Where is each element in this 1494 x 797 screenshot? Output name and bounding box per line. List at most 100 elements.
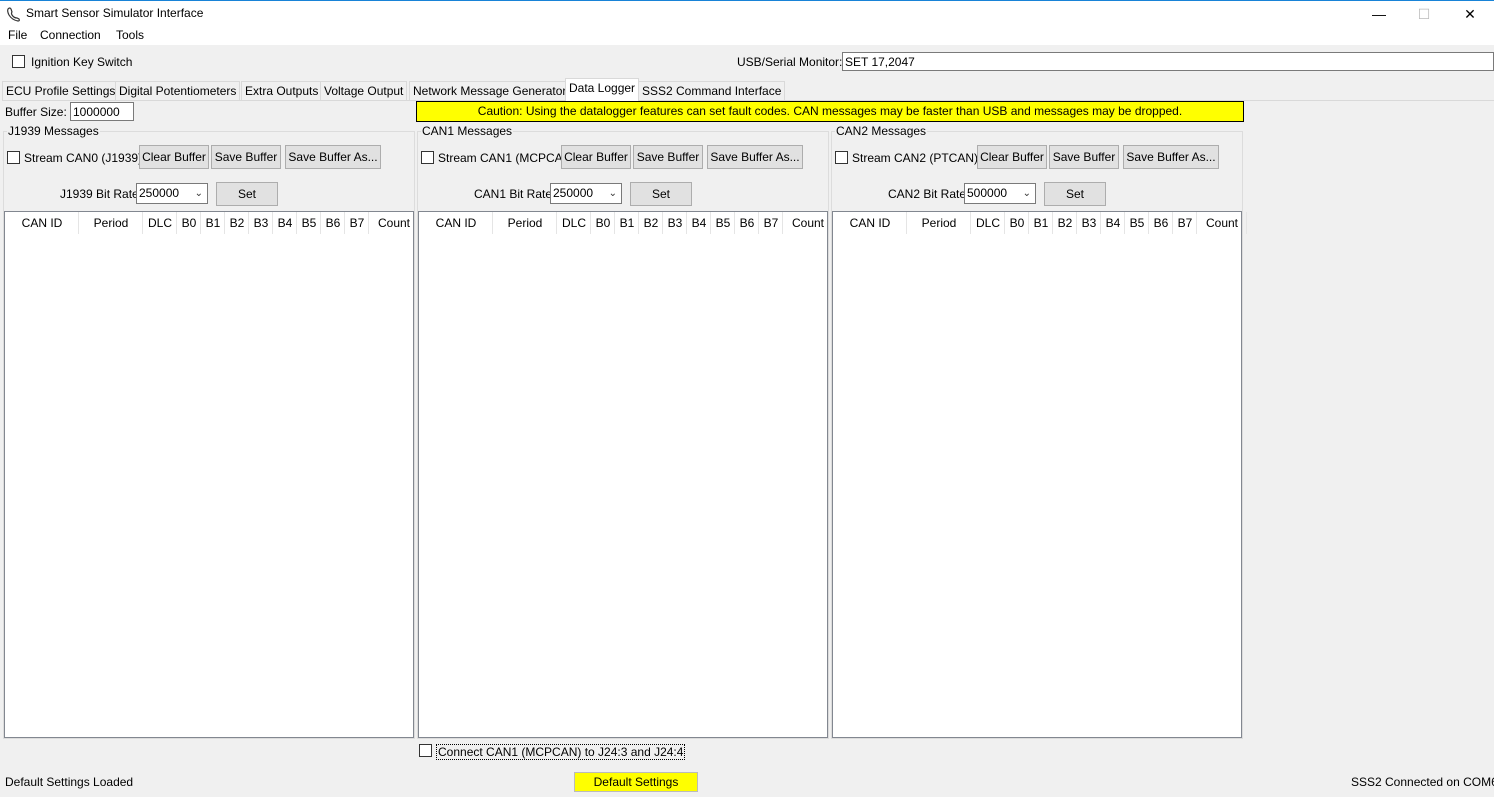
can1-column-header[interactable]: Count — [783, 216, 833, 230]
title-bar: Smart Sensor Simulator Interface — ☐ ✕ — [0, 0, 1494, 26]
caution-banner: Caution: Using the datalogger features c… — [416, 101, 1244, 122]
can1-column-header[interactable]: B1 — [615, 216, 639, 230]
can1-message-list[interactable]: CAN ID Period DLC B0 B1 B2 B3 B4 B5 B6 B7 Count — [418, 211, 833, 738]
j1939-column-header[interactable]: B7 — [345, 216, 369, 230]
buffer-size-input[interactable] — [70, 102, 134, 121]
can2-bit-rate-label: CAN2 Bit Rate: — [888, 187, 970, 201]
can1-column-header[interactable]: B5 — [711, 216, 735, 230]
can2-clear-buffer-button[interactable]: Clear Buffer — [977, 145, 1047, 169]
can2-column-header[interactable]: B6 — [1149, 216, 1173, 230]
chevron-down-icon: ⌄ — [608, 188, 617, 199]
j1939-message-list[interactable]: CAN ID Period DLC B0 B1 B2 B3 B4 B5 B6 B7 Count — [4, 211, 419, 738]
can2-column-header[interactable]: B5 — [1125, 216, 1149, 230]
can2-bit-rate-value: 500000 — [967, 186, 1008, 200]
connect-can1-label: Connect CAN1 (MCPCAN) to J24:3 and J24:4 — [436, 744, 686, 760]
can1-column-header[interactable]: B7 — [759, 216, 783, 230]
can2-column-header[interactable]: DLC — [971, 216, 1005, 230]
j1939-column-header[interactable]: B3 — [249, 216, 273, 230]
can2-stream-label: Stream CAN2 (PTCAN) — [852, 151, 979, 165]
can1-save-buffer-button[interactable]: Save Buffer — [633, 145, 703, 169]
tab-sss2-command-interface[interactable]: SSS2 Command Interface — [638, 81, 786, 100]
can2-column-header[interactable]: Count — [1197, 216, 1247, 230]
status-bar — [0, 770, 1494, 797]
app-icon — [7, 7, 20, 22]
j1939-save-buffer-button[interactable]: Save Buffer — [211, 145, 281, 169]
tab-extra-outputs[interactable]: Extra Outputs — [241, 81, 323, 100]
j1939-column-header[interactable]: B6 — [321, 216, 345, 230]
can2-message-list[interactable]: CAN ID Period DLC B0 B1 B2 B3 B4 B5 B6 B7 Count — [832, 211, 1247, 738]
can1-column-header[interactable]: CAN ID — [419, 216, 493, 230]
ignition-key-label: Ignition Key Switch — [31, 55, 133, 69]
j1939-column-header[interactable]: B4 — [273, 216, 297, 230]
j1939-stream-checkbox[interactable] — [7, 151, 20, 164]
can2-column-header[interactable]: B1 — [1029, 216, 1053, 230]
status-right: SSS2 Connected on COM6 — [1351, 775, 1494, 789]
can2-set-button[interactable]: Set — [1044, 182, 1106, 206]
can1-save-buffer-as-button[interactable]: Save Buffer As... — [707, 145, 803, 169]
j1939-clear-buffer-button[interactable]: Clear Buffer — [139, 145, 209, 169]
connect-can1-checkbox[interactable] — [419, 744, 432, 757]
menu-bar: File Connection Tools — [0, 26, 1494, 45]
j1939-column-header[interactable]: B1 — [201, 216, 225, 230]
status-left: Default Settings Loaded — [5, 775, 134, 789]
maximize-button[interactable]: ☐ — [1401, 1, 1447, 27]
can1-bit-rate-value: 250000 — [553, 186, 594, 200]
j1939-save-buffer-as-button[interactable]: Save Buffer As... — [285, 145, 381, 169]
minimize-button[interactable]: — — [1356, 1, 1402, 27]
can2-column-header[interactable]: B7 — [1173, 216, 1197, 230]
can2-save-buffer-as-button[interactable]: Save Buffer As... — [1123, 145, 1219, 169]
j1939-group-title: J1939 Messages — [7, 124, 100, 138]
j1939-bit-rate-select[interactable]: 250000 ⌄ — [136, 183, 208, 204]
j1939-stream-label: Stream CAN0 (J1939) — [24, 151, 143, 165]
menu-file[interactable]: File — [8, 28, 27, 42]
j1939-column-header[interactable]: CAN ID — [5, 216, 79, 230]
can2-column-header[interactable]: Period — [907, 216, 971, 230]
can1-column-header[interactable]: B0 — [591, 216, 615, 230]
can1-bit-rate-select[interactable]: 250000 ⌄ — [550, 183, 622, 204]
chevron-down-icon: ⌄ — [194, 188, 203, 199]
close-button[interactable]: ✕ — [1447, 1, 1493, 27]
can1-column-header[interactable]: B3 — [663, 216, 687, 230]
can1-set-button[interactable]: Set — [630, 182, 692, 206]
j1939-bit-rate-label: J1939 Bit Rate: — [60, 187, 143, 201]
can2-column-header[interactable]: CAN ID — [833, 216, 907, 230]
can1-bit-rate-label: CAN1 Bit Rate: — [474, 187, 556, 201]
can2-bit-rate-select[interactable]: 500000 ⌄ — [964, 183, 1036, 204]
can2-column-header[interactable]: B4 — [1101, 216, 1125, 230]
tab-voltage-output[interactable]: Voltage Output — [320, 81, 408, 100]
can1-clear-buffer-button[interactable]: Clear Buffer — [561, 145, 631, 169]
can2-column-header[interactable]: B2 — [1053, 216, 1077, 230]
window-title: Smart Sensor Simulator Interface — [26, 6, 204, 20]
column-separator — [1246, 212, 1247, 234]
j1939-column-header[interactable]: DLC — [143, 216, 177, 230]
can1-group-title: CAN1 Messages — [421, 124, 514, 138]
can1-column-header[interactable]: B4 — [687, 216, 711, 230]
can1-column-header[interactable]: DLC — [557, 216, 591, 230]
j1939-column-header[interactable]: Count — [369, 216, 419, 230]
can2-column-header[interactable]: B0 — [1005, 216, 1029, 230]
j1939-column-header[interactable]: B5 — [297, 216, 321, 230]
buffer-size-label: Buffer Size: — [5, 105, 67, 119]
can2-column-header[interactable]: B3 — [1077, 216, 1101, 230]
tab-network-message-generator[interactable]: Network Message Generator — [409, 81, 571, 100]
can1-column-header[interactable]: Period — [493, 216, 557, 230]
menu-connection[interactable]: Connection — [40, 28, 101, 42]
can1-stream-label: Stream CAN1 (MCPCAN) — [438, 151, 576, 165]
j1939-column-header[interactable]: B0 — [177, 216, 201, 230]
can2-stream-checkbox[interactable] — [835, 151, 848, 164]
j1939-column-header[interactable]: Period — [79, 216, 143, 230]
tab-ecu-profile-settings[interactable]: ECU Profile Settings — [2, 81, 120, 100]
can1-stream-checkbox[interactable] — [421, 151, 434, 164]
chevron-down-icon: ⌄ — [1022, 188, 1031, 199]
can1-column-header[interactable]: B6 — [735, 216, 759, 230]
can2-save-buffer-button[interactable]: Save Buffer — [1049, 145, 1119, 169]
j1939-set-button[interactable]: Set — [216, 182, 278, 206]
tab-data-logger[interactable]: Data Logger — [565, 78, 640, 101]
j1939-column-header[interactable]: B2 — [225, 216, 249, 230]
menu-tools[interactable]: Tools — [116, 28, 144, 42]
usb-serial-monitor-input[interactable] — [842, 52, 1494, 71]
can2-group-title: CAN2 Messages — [835, 124, 928, 138]
ignition-key-checkbox[interactable] — [12, 55, 25, 68]
can1-column-header[interactable]: B2 — [639, 216, 663, 230]
tab-digital-potentiometers[interactable]: Digital Potentiometers — [115, 81, 241, 100]
